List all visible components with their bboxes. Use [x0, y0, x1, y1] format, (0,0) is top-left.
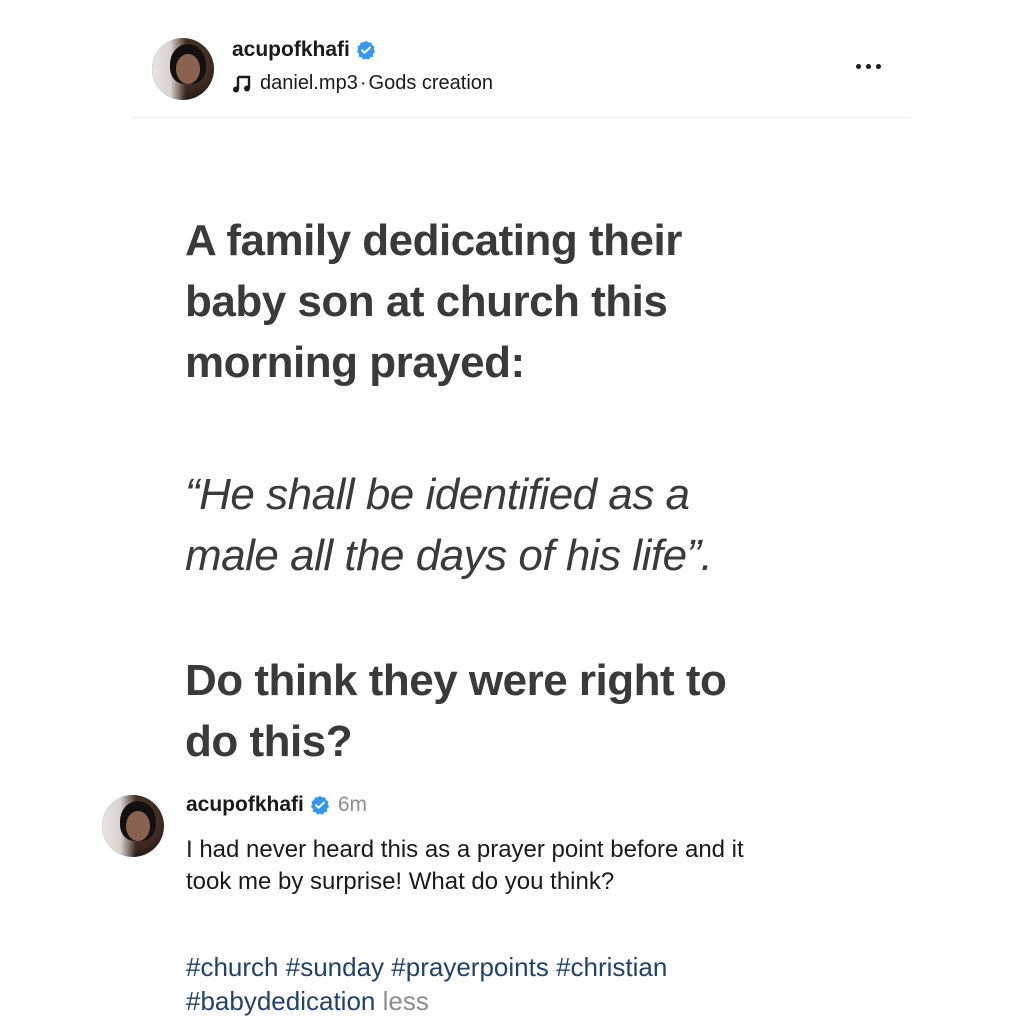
caption-username[interactable]: acupofkhafi [186, 793, 304, 817]
caption-text: I had never heard this as a prayer point… [186, 834, 916, 898]
post-header: acupofkhafi daniel.mp3 · Gods creation [0, 0, 1024, 118]
post-media[interactable]: A family dedicating their baby son at ch… [132, 118, 910, 790]
hashtag-link[interactable]: #prayerpoints [391, 952, 549, 982]
media-line: Do think they were right to [185, 656, 727, 705]
hashtags: #church #sunday #prayerpoints #christian… [186, 950, 886, 1018]
ellipsis-icon [875, 63, 881, 69]
media-line: morning prayed: [185, 338, 525, 387]
media-line: do this? [185, 717, 353, 766]
audio-separator: · [359, 72, 367, 94]
caption-user-row: acupofkhafi 6m [186, 793, 367, 817]
media-heading: A family dedicating their baby son at ch… [185, 210, 825, 393]
audio-track[interactable]: daniel.mp3 · Gods creation [232, 72, 493, 95]
username[interactable]: acupofkhafi [232, 38, 350, 62]
media-question: Do think they were right to do this? [185, 650, 825, 772]
media-line: baby son at church this [185, 277, 668, 326]
hashtag-link[interactable]: #sunday [286, 952, 384, 982]
hashtag-link[interactable]: #christian [556, 952, 667, 982]
caption-line: took me by surprise! What do you think? [186, 868, 615, 895]
media-quote: “He shall be identified as a male all th… [185, 464, 845, 586]
audio-album: Gods creation [368, 72, 494, 94]
post-timestamp: 6m [337, 793, 368, 816]
caption-line: I had never heard this as a prayer point… [186, 836, 744, 863]
verified-badge-icon [356, 40, 376, 60]
media-line: male all the days of his life”. [185, 531, 713, 580]
more-options-button[interactable] [848, 56, 888, 76]
username-row: acupofkhafi [232, 38, 376, 62]
ellipsis-icon [865, 63, 871, 69]
avatar[interactable] [152, 38, 214, 100]
hashtag-link[interactable]: #church [186, 952, 279, 982]
caption-avatar[interactable] [102, 795, 164, 857]
ellipsis-icon [855, 63, 861, 69]
media-line: “He shall be identified as a [185, 470, 690, 519]
music-note-icon [232, 74, 252, 94]
hashtag-link[interactable]: #babydedication [186, 986, 375, 1016]
audio-track-name: daniel.mp3 [260, 72, 358, 94]
verified-badge-icon [310, 795, 330, 815]
less-button[interactable]: less [383, 986, 429, 1016]
media-line: A family dedicating their [185, 216, 682, 265]
